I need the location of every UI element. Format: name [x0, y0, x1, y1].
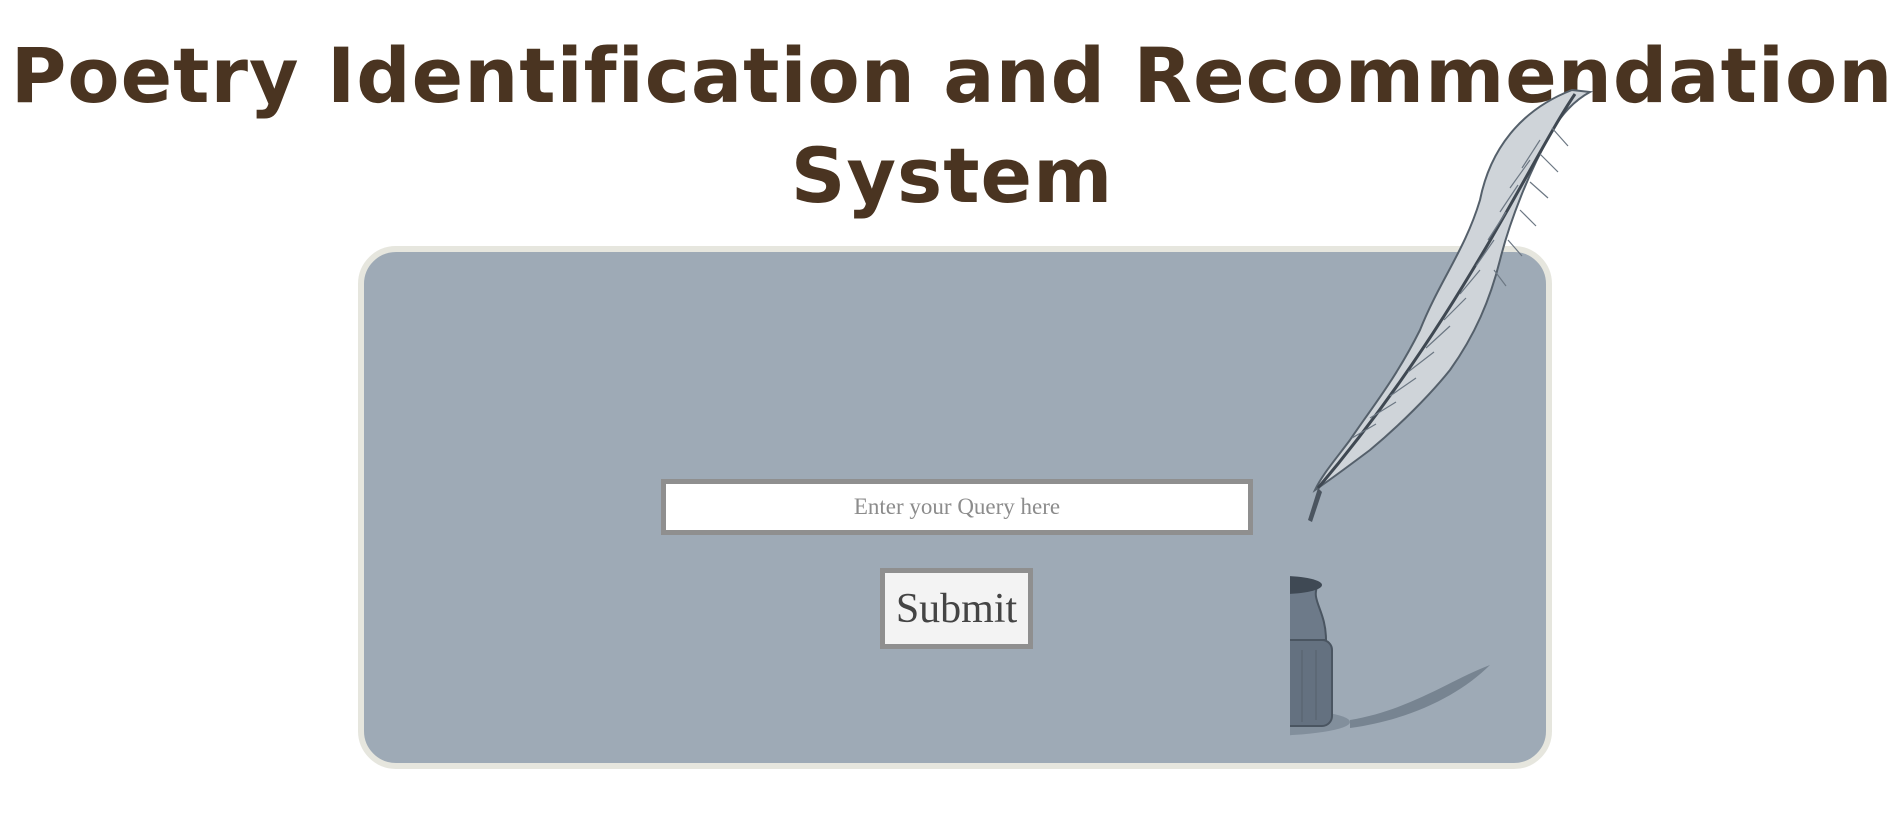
submit-button[interactable]: Submit — [880, 568, 1033, 649]
page-title: Poetry Identification and Recommendation… — [10, 31, 1894, 220]
search-input[interactable] — [661, 479, 1253, 535]
